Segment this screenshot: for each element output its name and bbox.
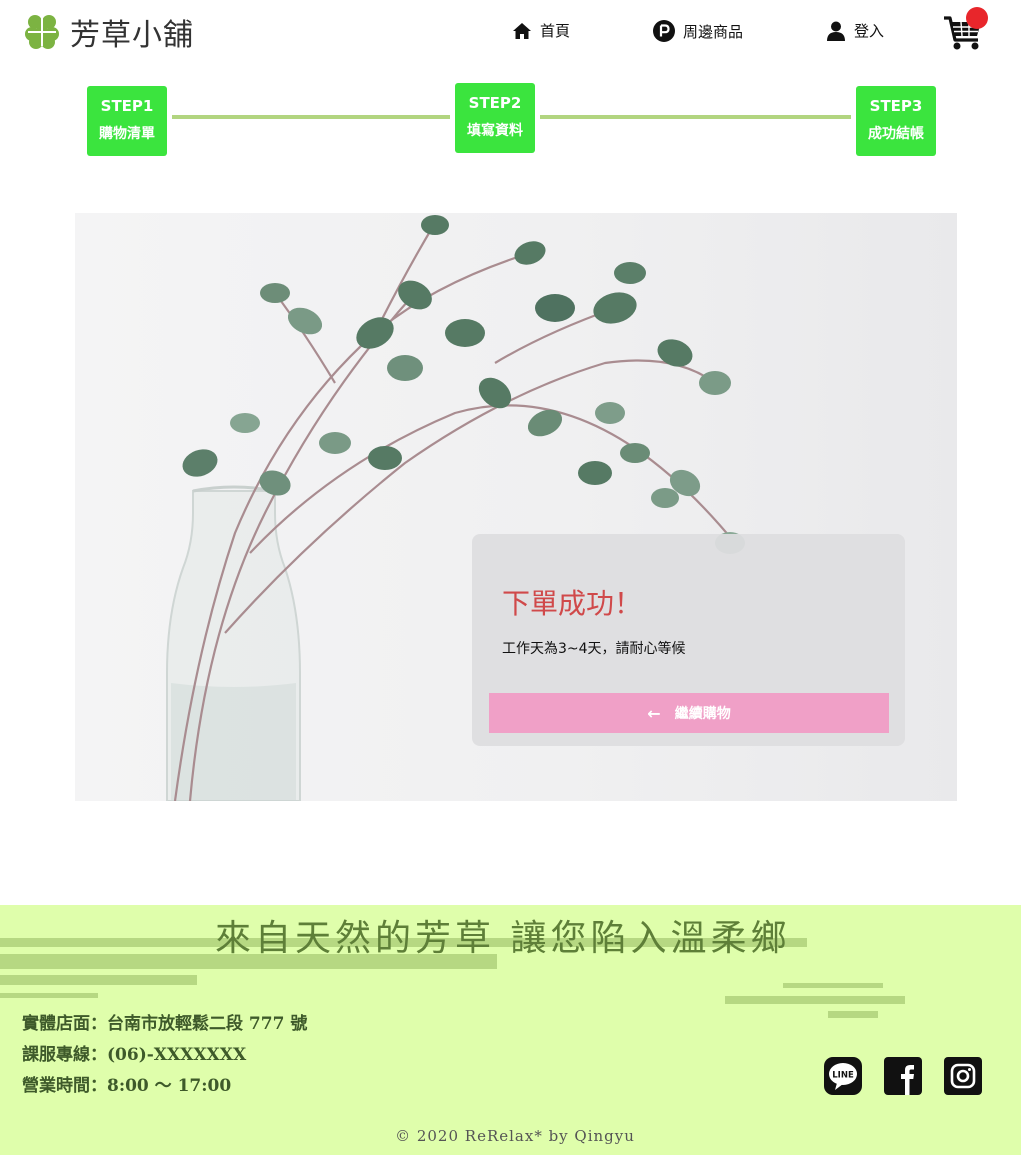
nav-home[interactable]: 首頁 [512,20,570,41]
step-connector-2 [540,115,851,119]
parking-p-icon [653,20,675,42]
home-icon [513,22,531,39]
step-3: STEP3 成功結帳 [856,86,936,156]
footer-deco-bar-6 [725,996,905,1004]
step-1: STEP1 購物清單 [87,86,167,156]
logo-text: 芳草小舖 [70,18,194,53]
clover-logo-icon [25,15,59,49]
arrow-left-icon: ← [647,703,661,723]
nav-login[interactable]: 登入 [826,20,884,41]
continue-shopping-button[interactable]: ← 繼續購物 [489,693,889,733]
business-hours: 營業時間：8:00 ～ 17:00 [22,1076,232,1096]
step-3-title: STEP3 [869,97,923,115]
copyright: © 2020 ReRelax* by Qingyu [395,1127,635,1145]
success-title: 下單成功！ [502,587,643,620]
step-2-label: 填寫資料 [467,123,523,139]
footer-deco-bar-5 [783,983,883,988]
facebook-icon[interactable] [884,1057,922,1095]
nav-merch-label: 周邊商品 [683,22,744,41]
nav-home-label: 首頁 [540,22,571,40]
step-1-title: STEP1 [100,97,154,115]
step-1-label: 購物清單 [99,126,155,142]
footer-deco-bar-3 [0,975,197,985]
store-address: 實體店面：台南市放輕鬆二段 777 號 [22,1014,308,1034]
step-3-label: 成功結帳 [868,126,924,142]
line-icon[interactable]: LINE [824,1057,862,1095]
instagram-icon[interactable] [944,1057,982,1095]
step-connector-1 [172,115,450,119]
nav-merch[interactable]: 周邊商品 [653,20,743,42]
service-phone: 課服專線：(06)-XXXXXXX [22,1045,247,1065]
logo[interactable]: 芳草小舖 [22,10,194,54]
step-2: STEP2 填寫資料 [455,83,535,153]
nav-login-label: 登入 [854,22,885,40]
continue-shopping-label: 繼續購物 [674,706,731,722]
svg-text:LINE: LINE [832,1071,854,1081]
success-message: 工作天為3~4天，請耐心等候 [502,641,686,657]
footer-deco-bar-4 [0,993,98,998]
footer-slogan: 來自天然的芳草 讓您陷入溫柔鄉 [215,918,791,959]
step-2-title: STEP2 [468,94,522,112]
hero-image: 下單成功！ 工作天為3~4天，請耐心等候 ← 繼續購物 [75,213,957,801]
footer-deco-bar-7 [828,1011,878,1018]
user-icon [827,21,845,41]
order-success-card: 下單成功！ 工作天為3~4天，請耐心等候 ← 繼續購物 [472,534,905,746]
cart-badge [966,7,988,29]
footer: 來自天然的芳草 讓您陷入溫柔鄉 實體店面：台南市放輕鬆二段 777 號 課服專線… [0,905,1021,1155]
